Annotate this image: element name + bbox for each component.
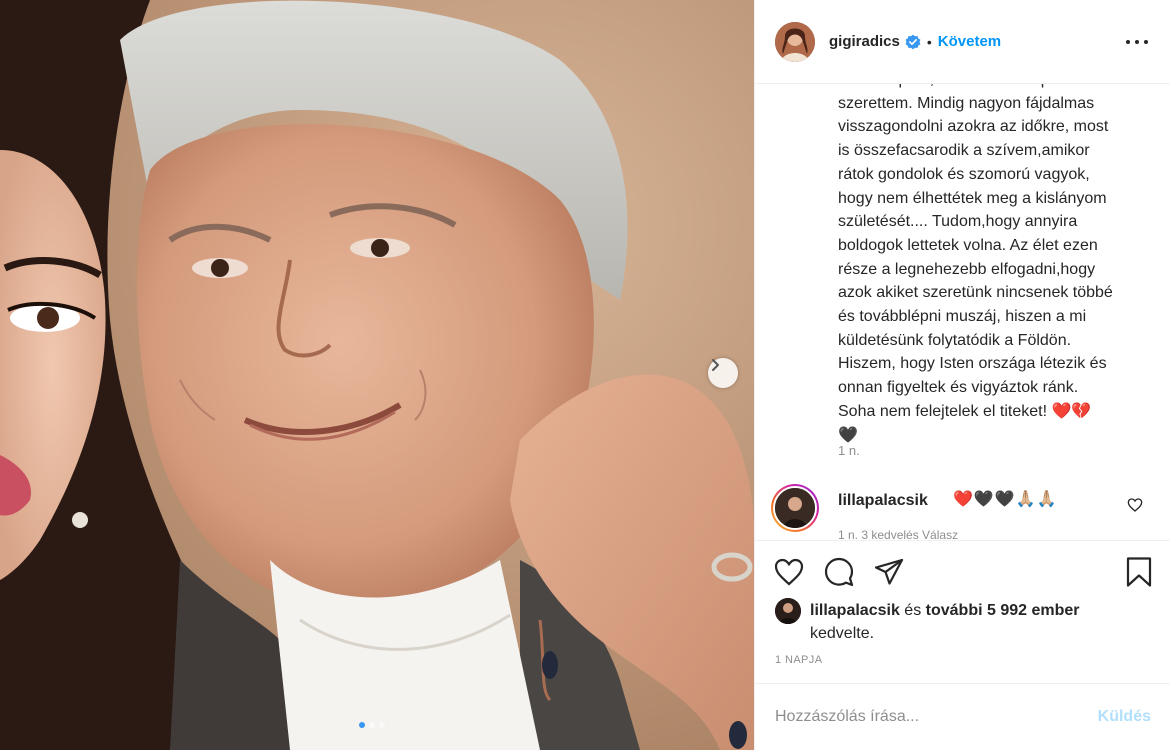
post-sidebar: gigiradics • Követem keresztapám, akit m… xyxy=(754,0,1170,750)
photo-illustration xyxy=(0,0,754,750)
post-actions xyxy=(755,540,1170,602)
comment-item: lillapalacsik ❤️🖤🖤🙏🏼🙏🏼 1 n. 3 kedvelés V… xyxy=(771,482,1161,540)
likes-text: lillapalacsik és további 5 992 ember ked… xyxy=(810,599,1140,645)
liker-avatar[interactable] xyxy=(775,598,801,624)
bookmark-icon[interactable] xyxy=(1123,556,1155,588)
carousel-next-button[interactable] xyxy=(708,358,738,388)
verified-badge-icon xyxy=(905,34,921,49)
like-heart-icon[interactable] xyxy=(773,556,805,588)
add-comment-form: Küldés xyxy=(755,683,1170,750)
comments-section[interactable]: keresztapám, akit második apámként szere… xyxy=(755,84,1170,540)
commenter-profile-picture xyxy=(775,488,815,528)
comment-username[interactable]: lillapalacsik xyxy=(838,492,928,510)
likes-others-link[interactable]: további 5 992 ember xyxy=(926,602,1080,619)
avatar[interactable] xyxy=(775,21,815,62)
post-caption: keresztapám, akit második apámként szere… xyxy=(838,84,1113,444)
comment-text: ❤️🖤🖤🙏🏼🙏🏼 xyxy=(953,491,1058,508)
comment-bubble-icon[interactable] xyxy=(823,556,855,588)
caption-timestamp[interactable]: 1 n. xyxy=(838,443,860,458)
comment-input[interactable] xyxy=(775,708,1098,726)
comment-like-heart-icon[interactable] xyxy=(1127,497,1143,513)
chevron-right-icon xyxy=(712,359,719,371)
post-username[interactable]: gigiradics xyxy=(829,33,900,50)
carousel-dot xyxy=(359,722,365,728)
likes-suffix: kedvelte. xyxy=(810,625,875,642)
comment-meta: 1 n. 3 kedvelés Válasz xyxy=(838,528,959,540)
carousel-dot xyxy=(379,722,385,728)
post-date[interactable]: 1 NAPJA xyxy=(775,654,822,666)
share-send-icon[interactable] xyxy=(873,556,905,588)
likes-connector: és xyxy=(899,602,926,619)
profile-picture xyxy=(775,21,815,62)
carousel-dot xyxy=(369,722,375,728)
liker-profile-picture xyxy=(775,598,801,624)
more-options-icon[interactable] xyxy=(1126,32,1148,52)
header-separator: • xyxy=(926,33,932,50)
liker-username[interactable]: lillapalacsik xyxy=(810,602,900,619)
post-photo[interactable] xyxy=(0,0,754,750)
send-comment-button[interactable]: Küldés xyxy=(1098,708,1151,726)
carousel-indicator xyxy=(359,722,385,728)
commenter-avatar[interactable] xyxy=(771,484,819,532)
follow-button[interactable]: Követem xyxy=(938,33,1001,50)
post-header: gigiradics • Követem xyxy=(755,0,1170,84)
